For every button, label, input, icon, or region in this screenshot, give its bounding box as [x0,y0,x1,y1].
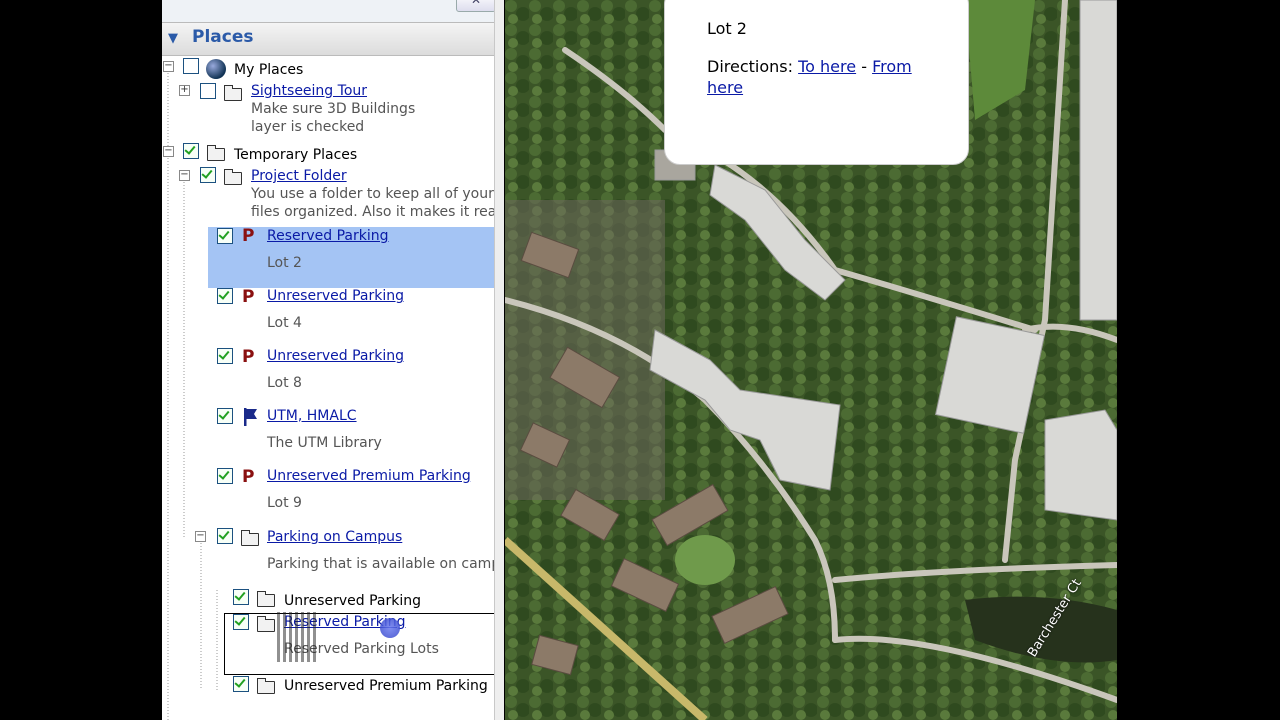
collapse-project-toggle[interactable]: − [179,170,190,181]
balloon-title: Lot 2 [707,19,747,38]
tree-item-unreserved-premium-parking[interactable]: Unreserved Premium Parking [267,468,471,488]
unreserved-parking-checkbox[interactable] [217,348,233,364]
places-panel: ✕ ▼ Places − My Places + Sightseeing Tou… [162,0,504,720]
temporary-places-label: Temporary Places [234,147,358,163]
sub-unreserved-premium-label: Unreserved Premium Parking [284,678,488,694]
project-folder-checkbox[interactable] [200,167,216,183]
item-desc: The UTM Library [267,435,382,451]
parking-p-icon: P [242,287,255,307]
tree-item-unreserved-parking[interactable]: Unreserved Parking [267,348,404,368]
panel-splitter[interactable] [494,0,504,720]
folder-icon [257,591,275,607]
sub-unreserved-parking-label: Unreserved Parking [284,593,421,609]
tree-item-parking-on-campus[interactable]: Parking on Campus [267,529,402,549]
unreserved-parking-checkbox[interactable] [217,288,233,304]
parking-campus-desc: Parking that is available on campus [267,556,504,572]
item-desc: Lot 9 [267,495,302,511]
parking-p-icon: P [242,467,255,487]
tree-item-temporary-places[interactable]: Temporary Places [234,147,357,167]
sub-reserved-parking-checkbox[interactable] [233,614,249,630]
to-here-link[interactable]: To here [798,57,856,76]
parking-on-campus-checkbox[interactable] [217,528,233,544]
tree-item-sub-unreserved-premium-parking[interactable]: Unreserved Premium Parking [284,678,488,698]
tree-item-reserved-parking[interactable]: Reserved Parking [267,228,389,248]
temporary-places-checkbox[interactable] [183,143,199,159]
my-places-checkbox[interactable] [183,58,199,74]
item-desc: Lot 2 [267,255,302,271]
sightseeing-desc-1: Make sure 3D Buildings [251,101,416,117]
sightseeing-link[interactable]: Sightseeing Tour [251,83,367,99]
tree-item-unreserved-parking[interactable]: Unreserved Parking [267,288,404,308]
tree-item-utm-hmalc[interactable]: UTM, HMALC [267,408,357,428]
collapse-parking-campus-toggle[interactable]: − [195,531,206,542]
info-balloon: Lot 2 Directions: To here - From here [664,0,969,165]
unreserved-parking-link[interactable]: Unreserved Parking [267,348,404,364]
utm-hmalc-link[interactable]: UTM, HMALC [267,408,357,424]
reserved-parking-link[interactable]: Reserved Parking [267,228,389,244]
collapse-my-places-toggle[interactable]: − [163,61,174,72]
project-desc-2: files organized. Also it makes it really [251,204,504,220]
item-desc: Lot 4 [267,315,302,331]
sightseeing-desc-2: layer is checked [251,119,365,135]
open-folder-icon [257,678,275,694]
sub-unreserved-premium-checkbox[interactable] [233,676,249,692]
directions-separator: - [861,57,867,76]
sub-unreserved-parking-checkbox[interactable] [233,589,249,605]
drag-cursor-dot [380,618,400,638]
unreserved-premium-parking-link[interactable]: Unreserved Premium Parking [267,468,471,484]
parking-on-campus-link[interactable]: Parking on Campus [267,529,402,545]
open-folder-icon [241,530,259,546]
parking-p-icon: P [242,347,255,367]
folder-icon [257,616,275,632]
item-desc: Lot 8 [267,375,302,391]
sightseeing-checkbox[interactable] [200,83,216,99]
open-folder-icon [224,169,242,185]
blue-flag-icon [244,408,257,426]
balloon-directions: Directions: To here - From here [707,56,937,98]
reserved-parking-checkbox[interactable] [217,228,233,244]
tree-item-sub-unreserved-parking[interactable]: Unreserved Parking [284,593,421,613]
my-places-label: My Places [234,62,304,78]
unreserved-premium-parking-checkbox[interactable] [217,468,233,484]
parking-p-icon: P [242,226,255,246]
project-desc-1: You use a folder to keep all of your [251,186,494,202]
utm-hmalc-checkbox[interactable] [217,408,233,424]
earth-globe-icon [206,59,226,79]
project-folder-link[interactable]: Project Folder [251,168,347,184]
folder-icon [224,85,242,101]
expand-sightseeing-toggle[interactable]: + [179,85,190,96]
drag-ghost-image [277,612,319,662]
unreserved-parking-link[interactable]: Unreserved Parking [267,288,404,304]
tree-item-my-places[interactable]: My Places [234,62,303,82]
collapse-temporary-toggle[interactable]: − [163,146,174,157]
open-folder-icon [207,145,225,161]
directions-label: Directions: [707,57,794,76]
